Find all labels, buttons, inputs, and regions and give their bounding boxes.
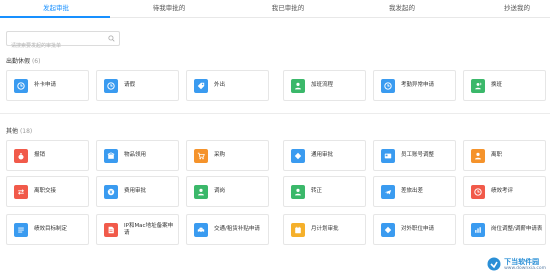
approval-card[interactable]: 差旅出差 — [373, 176, 456, 207]
section-name: 出勤休假 — [6, 58, 31, 65]
approval-card-label: 离职 — [491, 152, 503, 158]
tab-cc-to-me[interactable]: 抄送我的 — [504, 0, 530, 18]
approval-card[interactable]: 补卡申请 — [6, 70, 89, 101]
box-icon — [104, 149, 118, 163]
approval-card-label: 月计划审批 — [311, 226, 339, 232]
approval-card[interactable]: 转正 — [283, 176, 366, 207]
approval-card-label: 调岗 — [214, 188, 226, 194]
approval-card-label: 差旅出差 — [401, 188, 424, 194]
person-icon — [194, 185, 208, 199]
approval-card[interactable]: 离职 — [463, 140, 546, 171]
approval-card[interactable]: 考勤异常申请 — [373, 70, 456, 101]
approval-card[interactable]: 通用审批 — [283, 140, 366, 171]
approval-card[interactable]: 员工账号调整 — [373, 140, 456, 171]
approval-card[interactable]: 调岗 — [186, 176, 269, 207]
approval-card[interactable]: 交通/租赁补贴申请 — [186, 214, 269, 245]
approval-card-label: 采购 — [214, 152, 226, 158]
tab-bar: 发起审批 待我审批的 我已审批的 我发起的 抄送我的 — [0, 0, 550, 18]
cart-icon — [194, 149, 208, 163]
diamond-icon — [291, 149, 305, 163]
approval-card-label: 换班 — [491, 82, 503, 88]
section-title-other: 其他 (18) — [6, 126, 32, 135]
section-divider — [0, 113, 550, 114]
car-icon — [194, 223, 208, 237]
person-icon — [471, 149, 485, 163]
card-icon — [381, 149, 395, 163]
watermark-url: www.downxia.com — [504, 265, 546, 271]
approval-card[interactable]: 换班 — [463, 70, 546, 101]
watermark-title: 下当软件园 — [504, 257, 540, 266]
approval-card[interactable]: IP和Mac地址备案申请 — [96, 214, 179, 245]
approval-card[interactable]: 月计划审批 — [283, 214, 366, 245]
watermark: 下当软件园 www.downxia.com — [487, 257, 546, 271]
tab-started-by-me[interactable]: 我发起的 — [389, 0, 415, 18]
clock-icon — [471, 185, 485, 199]
approval-card-label: IP和Mac地址备案申请 — [124, 222, 174, 236]
section-name: 其他 — [6, 128, 19, 135]
approval-card-label: 离职交接 — [34, 188, 57, 194]
approval-card[interactable]: 报销 — [6, 140, 89, 171]
money-icon — [104, 185, 118, 199]
search-icon[interactable] — [108, 35, 115, 42]
chart-icon — [471, 223, 485, 237]
clock-icon — [104, 79, 118, 93]
money-bag-icon — [14, 149, 28, 163]
approval-card-label: 物品领用 — [124, 152, 147, 158]
approval-card[interactable]: 绩效目标制定 — [6, 214, 89, 245]
approval-card-label: 请假 — [124, 82, 136, 88]
diamond-icon — [381, 223, 395, 237]
approval-card-label: 考勤异常申请 — [401, 82, 435, 88]
person-swap-icon — [471, 79, 485, 93]
approval-card[interactable]: 加班流程 — [283, 70, 366, 101]
tag-icon — [194, 79, 208, 93]
tab-approved-by-me[interactable]: 我已审批的 — [272, 0, 305, 18]
clock-icon — [381, 79, 395, 93]
search-input[interactable] — [7, 39, 107, 53]
list-icon — [14, 223, 28, 237]
approval-card-label: 对外职位申请 — [401, 226, 435, 232]
approval-card-label: 绩效考评 — [491, 188, 514, 194]
approval-card-label: 通用审批 — [311, 152, 334, 158]
approval-card-label: 岗位调整/调薪申请表 — [491, 226, 543, 232]
person-icon — [291, 185, 305, 199]
calendar-icon — [291, 223, 305, 237]
approval-card[interactable]: 绩效考评 — [463, 176, 546, 207]
approval-card[interactable]: 费用审批 — [96, 176, 179, 207]
approval-card-label: 费用审批 — [124, 188, 147, 194]
approval-card[interactable]: 离职交接 — [6, 176, 89, 207]
clock-icon — [14, 79, 28, 93]
approval-card[interactable]: 岗位调整/调薪申请表 — [463, 214, 546, 245]
approval-card[interactable]: 请假 — [96, 70, 179, 101]
tab-pending-my-approval[interactable]: 待我审批的 — [153, 0, 186, 18]
document-icon — [104, 223, 118, 237]
active-tab-indicator — [0, 16, 110, 18]
swap-icon — [14, 185, 28, 199]
approval-card-label: 绩效目标制定 — [34, 226, 68, 232]
approval-card-label: 报销 — [34, 152, 46, 158]
approval-card-label: 员工账号调整 — [401, 152, 435, 158]
approval-card[interactable]: 外出 — [186, 70, 269, 101]
approval-card[interactable]: 采购 — [186, 140, 269, 171]
approval-card-label: 加班流程 — [311, 82, 334, 88]
approval-card-label: 外出 — [214, 82, 226, 88]
site-logo-icon — [487, 257, 501, 271]
section-count: (18) — [19, 128, 33, 135]
section-count: (6) — [31, 58, 41, 65]
person-icon — [291, 79, 305, 93]
approval-card-label: 转正 — [311, 188, 323, 194]
approval-card-label: 补卡申请 — [34, 82, 57, 88]
section-title-attendance: 出勤休假 (6) — [6, 56, 40, 65]
search-box — [6, 31, 120, 53]
approval-card[interactable]: 物品领用 — [96, 140, 179, 171]
plane-icon — [381, 185, 395, 199]
approval-card[interactable]: 对外职位申请 — [373, 214, 456, 245]
approval-card-label: 交通/租赁补贴申请 — [214, 226, 260, 232]
